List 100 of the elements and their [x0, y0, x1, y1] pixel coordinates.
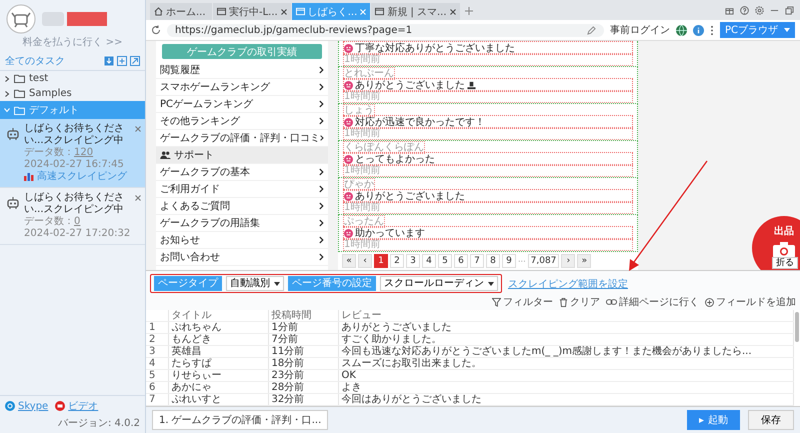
- figure-icon: [467, 80, 476, 90]
- page-type-label: ページタイプ: [154, 276, 222, 291]
- review-comment: 対応が迅速で良かったです！: [344, 116, 632, 128]
- review-comment: ありがとうございました: [344, 79, 632, 91]
- page-button[interactable]: 1: [374, 254, 388, 268]
- review-time: 1時間前: [344, 91, 632, 102]
- page-icon: [375, 7, 384, 16]
- browser-tab[interactable]: 実行中-L...: [213, 3, 291, 20]
- menu-item[interactable]: ゲームクラブの基本: [156, 164, 328, 181]
- close-icon[interactable]: [135, 126, 141, 132]
- task-item[interactable]: しばらくお待ちください...スクレイピング中 データ数：0 2024-02-27 17:20:32: [0, 188, 145, 245]
- page-button[interactable]: 5: [438, 254, 452, 268]
- table-cell: 23分前: [268, 370, 338, 382]
- table-cell: 11分前: [268, 346, 338, 358]
- page-button[interactable]: 7,087: [528, 254, 560, 268]
- browser-tab[interactable]: 新規 | スマ...: [371, 3, 460, 20]
- review-time: 1時間前: [344, 239, 632, 250]
- menu-item[interactable]: ご利用ガイド: [156, 181, 328, 198]
- folder-item[interactable]: Samples: [0, 86, 145, 101]
- new-tab-icon[interactable]: [464, 7, 473, 15]
- table-cell: 今回も迅速な対応ありがとうございましたm(_ _)m感謝します！また機会がありましたら...: [338, 346, 794, 358]
- page-button[interactable]: 2: [390, 254, 404, 268]
- smiley-icon: [344, 228, 353, 238]
- video-icon[interactable]: [55, 401, 66, 411]
- menu-item[interactable]: 閲覧履歴: [156, 62, 328, 79]
- close-icon[interactable]: [280, 8, 287, 14]
- folder-icon: [14, 74, 25, 83]
- skype-icon[interactable]: [5, 401, 15, 411]
- bar-chart-icon: [24, 173, 34, 181]
- toolbar-action[interactable]: クリア: [559, 295, 600, 309]
- page-button[interactable]: ‹: [358, 254, 372, 268]
- menu-item[interactable]: お知らせ: [156, 232, 328, 249]
- pre-login-link[interactable]: 事前ログイン: [610, 23, 670, 37]
- folder-icon: [14, 89, 25, 98]
- task-date: 2024-02-27 16:7:45: [24, 159, 125, 170]
- page-button[interactable]: 7: [470, 254, 484, 268]
- help-icon[interactable]: [740, 6, 749, 15]
- add-circle-icon: [705, 298, 714, 306]
- table-cell: 1分前: [268, 322, 338, 334]
- page-button[interactable]: »: [577, 254, 592, 268]
- browser-tab[interactable]: ホーム...: [150, 3, 212, 20]
- page-type-dropdown[interactable]: 自動識別: [226, 276, 284, 291]
- restore-icon[interactable]: [785, 6, 794, 15]
- menu-item[interactable]: スマホゲームランキング: [156, 79, 328, 96]
- add-icon[interactable]: [117, 56, 127, 66]
- chevron-icon: [319, 236, 324, 244]
- reviewer-name: しょう: [344, 105, 374, 116]
- toolbar-action[interactable]: フィルター: [492, 295, 553, 309]
- page-button[interactable]: 8: [486, 254, 500, 268]
- table-cell: ありがとうございました: [338, 322, 794, 334]
- table-cell: 英雄昌: [168, 346, 268, 358]
- toolbar-action[interactable]: フィールドを追加: [705, 295, 796, 309]
- settings-icon[interactable]: [755, 6, 764, 15]
- pagination-ellipsis: ···: [518, 256, 526, 266]
- chevron-icon: [319, 185, 324, 193]
- reviewer-name: ぷったん: [344, 216, 384, 227]
- url-field[interactable]: https://gameclub.jp/gameclub-reviews?page=1: [167, 24, 604, 36]
- page-number-dropdown[interactable]: スクロールローディン: [380, 276, 498, 291]
- info-icon[interactable]: [692, 24, 704, 36]
- page-button[interactable]: 9: [502, 254, 516, 268]
- page-button[interactable]: «: [342, 254, 356, 268]
- globe-icon[interactable]: [676, 24, 687, 36]
- import-icon[interactable]: [104, 56, 114, 66]
- chevron-icon: [319, 117, 324, 125]
- page-button[interactable]: 3: [406, 254, 420, 268]
- menu-item[interactable]: PCゲームランキング: [156, 96, 328, 113]
- close-icon[interactable]: [135, 195, 141, 201]
- pencil-icon[interactable]: [586, 26, 596, 34]
- page-button[interactable]: 6: [454, 254, 468, 268]
- support-heading: サポート: [156, 147, 328, 164]
- task-tab[interactable]: 1. ゲームクラブの評価・評判・口...: [152, 410, 328, 430]
- export-icon[interactable]: [130, 56, 140, 66]
- task-item[interactable]: しばらくお待ちください...スクレイピング中 データ数：120 2024-02-27 16:7:45 高速スクレイピング: [0, 119, 145, 188]
- reload-icon[interactable]: [151, 25, 161, 35]
- menu-item[interactable]: よくあるご質問: [156, 198, 328, 215]
- chevron-icon: [319, 219, 324, 227]
- table-cell: よき: [338, 382, 794, 394]
- page-button[interactable]: ›: [561, 254, 576, 268]
- menu-item[interactable]: ゲームクラブの用語集: [156, 215, 328, 232]
- chevron-icon: [4, 107, 10, 113]
- chevron-icon: [319, 100, 324, 108]
- menu-item[interactable]: その他ランキング: [156, 113, 328, 130]
- column-header: 投稿時間: [268, 310, 338, 322]
- smiley-icon: [344, 154, 353, 164]
- table-cell: 7分前: [268, 334, 338, 346]
- save-button[interactable]: 保存: [748, 410, 794, 430]
- chevron-icon: [319, 83, 324, 91]
- data-count-label: データ数：0: [24, 216, 82, 228]
- sell-label: 出品: [774, 224, 794, 238]
- menu-item[interactable]: お問い合わせ: [156, 249, 328, 266]
- page-button[interactable]: 4: [422, 254, 436, 268]
- collapse-button[interactable]: 折る: [772, 257, 798, 269]
- chevron-icon: [319, 202, 324, 210]
- smiley-icon: [344, 44, 353, 52]
- more-icon[interactable]: [710, 24, 714, 36]
- toolbar-action[interactable]: 詳細ページに行く: [606, 295, 699, 309]
- folder-item[interactable]: test: [0, 71, 145, 86]
- smiley-icon: [344, 80, 353, 90]
- close-icon[interactable]: [450, 8, 456, 14]
- folder-icon: [14, 106, 25, 114]
